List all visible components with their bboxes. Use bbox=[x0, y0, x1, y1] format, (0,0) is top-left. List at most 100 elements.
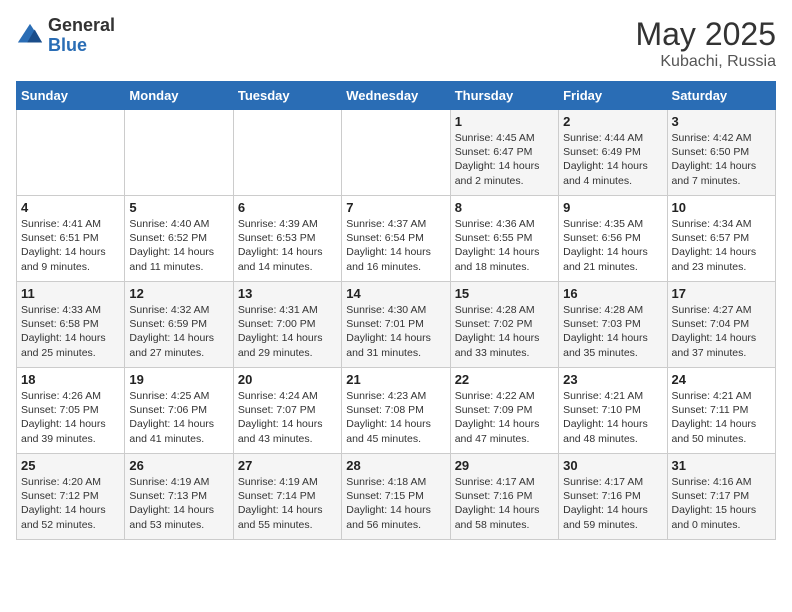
day-content: Sunrise: 4:28 AM Sunset: 7:02 PM Dayligh… bbox=[455, 303, 554, 360]
day-content: Sunrise: 4:21 AM Sunset: 7:11 PM Dayligh… bbox=[672, 389, 771, 446]
month-year: May 2025 bbox=[635, 16, 776, 53]
day-content: Sunrise: 4:27 AM Sunset: 7:04 PM Dayligh… bbox=[672, 303, 771, 360]
calendar-table: SundayMondayTuesdayWednesdayThursdayFrid… bbox=[16, 81, 776, 540]
logo-general: General bbox=[48, 16, 115, 36]
day-content: Sunrise: 4:18 AM Sunset: 7:15 PM Dayligh… bbox=[346, 475, 445, 532]
day-number: 15 bbox=[455, 286, 554, 301]
day-content: Sunrise: 4:23 AM Sunset: 7:08 PM Dayligh… bbox=[346, 389, 445, 446]
day-number: 18 bbox=[21, 372, 120, 387]
col-header-saturday: Saturday bbox=[667, 82, 775, 110]
calendar-cell: 25Sunrise: 4:20 AM Sunset: 7:12 PM Dayli… bbox=[17, 454, 125, 540]
day-number: 19 bbox=[129, 372, 228, 387]
calendar-cell: 4 Sunrise: 4:41 AM Sunset: 6:51 PM Daylig… bbox=[17, 196, 125, 282]
day-content: Sunrise: 4:34 AM Sunset: 6:57 PM Dayligh… bbox=[672, 217, 771, 274]
day-number: 2 bbox=[563, 114, 662, 129]
day-number: 5 bbox=[129, 200, 228, 215]
day-number: 28 bbox=[346, 458, 445, 473]
day-number: 21 bbox=[346, 372, 445, 387]
week-row-1: 1Sunrise: 4:45 AM Sunset: 6:47 PM Daylig… bbox=[17, 110, 776, 196]
day-content: Sunrise: 4:39 AM Sunset: 6:53 PM Dayligh… bbox=[238, 217, 337, 274]
calendar-cell: 2 Sunrise: 4:44 AM Sunset: 6:49 PM Daylig… bbox=[559, 110, 667, 196]
calendar-cell: 17Sunrise: 4:27 AM Sunset: 7:04 PM Dayli… bbox=[667, 282, 775, 368]
day-number: 16 bbox=[563, 286, 662, 301]
day-content: Sunrise: 4:33 AM Sunset: 6:58 PM Dayligh… bbox=[21, 303, 120, 360]
day-content: Sunrise: 4:44 AM Sunset: 6:49 PM Dayligh… bbox=[563, 131, 662, 188]
calendar-cell bbox=[125, 110, 233, 196]
week-row-2: 4 Sunrise: 4:41 AM Sunset: 6:51 PM Daylig… bbox=[17, 196, 776, 282]
day-content: Sunrise: 4:40 AM Sunset: 6:52 PM Dayligh… bbox=[129, 217, 228, 274]
calendar-cell: 18 Sunrise: 4:26 AM Sunset: 7:05 PM Dayli… bbox=[17, 368, 125, 454]
day-number: 11 bbox=[21, 286, 120, 301]
day-content: Sunrise: 4:25 AM Sunset: 7:06 PM Dayligh… bbox=[129, 389, 228, 446]
day-content: Sunrise: 4:31 AM Sunset: 7:00 PM Dayligh… bbox=[238, 303, 337, 360]
calendar-cell: 3Sunrise: 4:42 AM Sunset: 6:50 PM Daylig… bbox=[667, 110, 775, 196]
day-number: 6 bbox=[238, 200, 337, 215]
day-number: 13 bbox=[238, 286, 337, 301]
day-content: Sunrise: 4:35 AM Sunset: 6:56 PM Dayligh… bbox=[563, 217, 662, 274]
calendar-cell: 9 Sunrise: 4:35 AM Sunset: 6:56 PM Daylig… bbox=[559, 196, 667, 282]
day-number: 3 bbox=[672, 114, 771, 129]
day-number: 7 bbox=[346, 200, 445, 215]
calendar-cell: 11 Sunrise: 4:33 AM Sunset: 6:58 PM Dayli… bbox=[17, 282, 125, 368]
calendar-cell: 19 Sunrise: 4:25 AM Sunset: 7:06 PM Dayli… bbox=[125, 368, 233, 454]
day-number: 14 bbox=[346, 286, 445, 301]
day-content: Sunrise: 4:30 AM Sunset: 7:01 PM Dayligh… bbox=[346, 303, 445, 360]
day-content: Sunrise: 4:45 AM Sunset: 6:47 PM Dayligh… bbox=[455, 131, 554, 188]
calendar-cell: 8 Sunrise: 4:36 AM Sunset: 6:55 PM Daylig… bbox=[450, 196, 558, 282]
col-header-tuesday: Tuesday bbox=[233, 82, 341, 110]
calendar-cell: 28 Sunrise: 4:18 AM Sunset: 7:15 PM Dayli… bbox=[342, 454, 450, 540]
page-header: General Blue May 2025 Kubachi, Russia bbox=[16, 16, 776, 71]
calendar-cell bbox=[17, 110, 125, 196]
calendar-cell: 7Sunrise: 4:37 AM Sunset: 6:54 PM Daylig… bbox=[342, 196, 450, 282]
calendar-cell: 5 Sunrise: 4:40 AM Sunset: 6:52 PM Daylig… bbox=[125, 196, 233, 282]
calendar-cell: 30 Sunrise: 4:17 AM Sunset: 7:16 PM Dayli… bbox=[559, 454, 667, 540]
day-number: 24 bbox=[672, 372, 771, 387]
calendar-cell: 24 Sunrise: 4:21 AM Sunset: 7:11 PM Dayli… bbox=[667, 368, 775, 454]
calendar-cell: 27Sunrise: 4:19 AM Sunset: 7:14 PM Dayli… bbox=[233, 454, 341, 540]
day-number: 8 bbox=[455, 200, 554, 215]
calendar-cell: 14 Sunrise: 4:30 AM Sunset: 7:01 PM Dayli… bbox=[342, 282, 450, 368]
day-content: Sunrise: 4:20 AM Sunset: 7:12 PM Dayligh… bbox=[21, 475, 120, 532]
day-content: Sunrise: 4:41 AM Sunset: 6:51 PM Dayligh… bbox=[21, 217, 120, 274]
day-number: 29 bbox=[455, 458, 554, 473]
logo-text: General Blue bbox=[48, 16, 115, 56]
day-content: Sunrise: 4:24 AM Sunset: 7:07 PM Dayligh… bbox=[238, 389, 337, 446]
logo-icon bbox=[16, 22, 44, 50]
day-number: 12 bbox=[129, 286, 228, 301]
col-header-friday: Friday bbox=[559, 82, 667, 110]
calendar-cell: 13 Sunrise: 4:31 AM Sunset: 7:00 PM Dayli… bbox=[233, 282, 341, 368]
week-row-5: 25Sunrise: 4:20 AM Sunset: 7:12 PM Dayli… bbox=[17, 454, 776, 540]
col-header-sunday: Sunday bbox=[17, 82, 125, 110]
location: Kubachi, Russia bbox=[635, 53, 776, 71]
col-header-monday: Monday bbox=[125, 82, 233, 110]
day-number: 22 bbox=[455, 372, 554, 387]
logo: General Blue bbox=[16, 16, 115, 56]
day-content: Sunrise: 4:17 AM Sunset: 7:16 PM Dayligh… bbox=[563, 475, 662, 532]
col-header-thursday: Thursday bbox=[450, 82, 558, 110]
calendar-cell: 26 Sunrise: 4:19 AM Sunset: 7:13 PM Dayli… bbox=[125, 454, 233, 540]
calendar-cell bbox=[233, 110, 341, 196]
day-number: 10 bbox=[672, 200, 771, 215]
calendar-cell: 6 Sunrise: 4:39 AM Sunset: 6:53 PM Daylig… bbox=[233, 196, 341, 282]
calendar-cell bbox=[342, 110, 450, 196]
day-content: Sunrise: 4:21 AM Sunset: 7:10 PM Dayligh… bbox=[563, 389, 662, 446]
day-number: 26 bbox=[129, 458, 228, 473]
logo-blue: Blue bbox=[48, 36, 115, 56]
calendar-cell: 21 Sunrise: 4:23 AM Sunset: 7:08 PM Dayli… bbox=[342, 368, 450, 454]
day-number: 20 bbox=[238, 372, 337, 387]
day-content: Sunrise: 4:22 AM Sunset: 7:09 PM Dayligh… bbox=[455, 389, 554, 446]
day-number: 27 bbox=[238, 458, 337, 473]
day-content: Sunrise: 4:32 AM Sunset: 6:59 PM Dayligh… bbox=[129, 303, 228, 360]
calendar-cell: 12 Sunrise: 4:32 AM Sunset: 6:59 PM Dayli… bbox=[125, 282, 233, 368]
day-number: 30 bbox=[563, 458, 662, 473]
day-content: Sunrise: 4:19 AM Sunset: 7:13 PM Dayligh… bbox=[129, 475, 228, 532]
calendar-cell: 16Sunrise: 4:28 AM Sunset: 7:03 PM Dayli… bbox=[559, 282, 667, 368]
day-content: Sunrise: 4:36 AM Sunset: 6:55 PM Dayligh… bbox=[455, 217, 554, 274]
day-number: 4 bbox=[21, 200, 120, 215]
day-content: Sunrise: 4:17 AM Sunset: 7:16 PM Dayligh… bbox=[455, 475, 554, 532]
header-row: SundayMondayTuesdayWednesdayThursdayFrid… bbox=[17, 82, 776, 110]
day-content: Sunrise: 4:26 AM Sunset: 7:05 PM Dayligh… bbox=[21, 389, 120, 446]
day-number: 9 bbox=[563, 200, 662, 215]
day-number: 31 bbox=[672, 458, 771, 473]
week-row-4: 18 Sunrise: 4:26 AM Sunset: 7:05 PM Dayli… bbox=[17, 368, 776, 454]
